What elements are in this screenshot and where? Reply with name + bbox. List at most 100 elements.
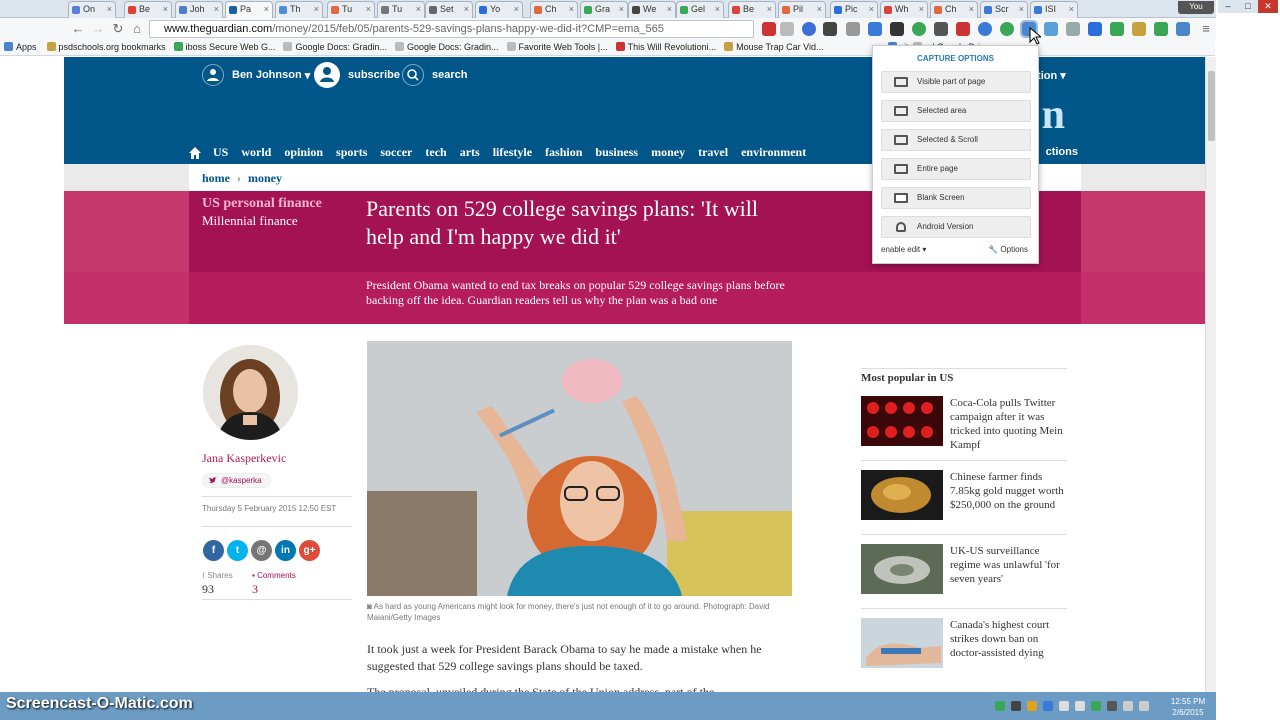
extension-icon[interactable]: [780, 22, 794, 36]
browser-tab[interactable]: Gra ×: [580, 1, 628, 18]
extension-icon[interactable]: [1176, 22, 1190, 36]
extension-icon[interactable]: [912, 22, 926, 36]
browser-tab[interactable]: Scr ×: [980, 1, 1028, 18]
extension-icon[interactable]: [846, 22, 860, 36]
tab-close-icon[interactable]: ×: [919, 2, 924, 17]
nav-tech[interactable]: tech: [425, 145, 446, 160]
tab-close-icon[interactable]: ×: [366, 2, 371, 17]
tab-close-icon[interactable]: ×: [715, 2, 720, 17]
capture-selected-scroll-button[interactable]: Selected & Scroll: [881, 129, 1031, 151]
extension-icon[interactable]: [1044, 22, 1058, 36]
subscribe-link[interactable]: subscribe: [314, 62, 400, 88]
nav-environment[interactable]: environment: [741, 145, 806, 160]
browser-tab[interactable]: Be ×: [728, 1, 776, 18]
network-icon[interactable]: [1123, 701, 1133, 711]
tab-close-icon[interactable]: ×: [667, 2, 672, 17]
bookmark-item[interactable]: iboss Secure Web G...: [173, 40, 275, 54]
popular-item[interactable]: Canada's highest court strikes down ban …: [861, 618, 1067, 680]
tab-close-icon[interactable]: ×: [214, 2, 219, 17]
extension-icon[interactable]: [978, 22, 992, 36]
series-label[interactable]: Millennial finance: [202, 213, 298, 229]
capture-visible-button[interactable]: Visible part of page: [881, 71, 1031, 93]
bookmark-item[interactable]: Apps: [4, 40, 37, 54]
forward-icon[interactable]: →: [90, 21, 106, 37]
page-scrollbar[interactable]: [1205, 57, 1216, 692]
browser-tab[interactable]: Ch ×: [530, 1, 578, 18]
comment-count[interactable]: 3: [252, 582, 258, 597]
home-icon[interactable]: ⌂: [129, 21, 145, 37]
bookmark-item[interactable]: psdschools.org bookmarks: [46, 40, 166, 54]
browser-tab[interactable]: Yo ×: [475, 1, 523, 18]
tray-icon[interactable]: [1043, 701, 1053, 711]
search-link[interactable]: search: [402, 64, 467, 86]
nav-business[interactable]: business: [595, 145, 638, 160]
browser-tab[interactable]: We ×: [628, 1, 676, 18]
popular-item[interactable]: Coca-Cola pulls Twitter campaign after i…: [861, 396, 1067, 458]
extension-icon[interactable]: [1154, 22, 1168, 36]
android-version-button[interactable]: Android Version: [881, 216, 1031, 238]
tab-close-icon[interactable]: ×: [969, 2, 974, 17]
flag-icon[interactable]: [1059, 701, 1069, 711]
extension-icon[interactable]: [1110, 22, 1124, 36]
extension-icon[interactable]: [1066, 22, 1080, 36]
tab-close-icon[interactable]: ×: [1069, 2, 1074, 17]
extension-icon[interactable]: [890, 22, 904, 36]
back-icon[interactable]: ←: [70, 21, 86, 37]
facebook-share-icon[interactable]: f: [203, 540, 224, 561]
browser-tab[interactable]: ISI ×: [1030, 1, 1078, 18]
tray-icon[interactable]: [1027, 701, 1037, 711]
comments-label[interactable]: ▪ Comments: [252, 571, 296, 580]
extension-stop-icon[interactable]: [762, 22, 776, 36]
capture-selected-area-button[interactable]: Selected area: [881, 100, 1031, 122]
tab-close-icon[interactable]: ×: [569, 2, 574, 17]
capture-blank-screen-button[interactable]: Blank Screen: [881, 187, 1031, 209]
tray-icon[interactable]: [1075, 701, 1085, 711]
browser-tab[interactable]: Pic ×: [830, 1, 878, 18]
tab-close-icon[interactable]: ×: [163, 2, 168, 17]
tab-close-icon[interactable]: ×: [817, 2, 822, 17]
nav-sports[interactable]: sports: [336, 145, 367, 160]
tab-close-icon[interactable]: ×: [619, 2, 624, 17]
browser-tab[interactable]: Tu ×: [327, 1, 375, 18]
extension-icon[interactable]: [934, 22, 948, 36]
tab-close-icon[interactable]: ×: [314, 2, 319, 17]
minimize-button[interactable]: –: [1218, 0, 1238, 13]
extension-icon[interactable]: [868, 22, 882, 36]
breadcrumb-money[interactable]: money: [248, 171, 282, 185]
author-name[interactable]: Jana Kasperkevic: [202, 451, 286, 466]
browser-tab[interactable]: Tu ×: [377, 1, 425, 18]
tray-icon[interactable]: [1107, 701, 1117, 711]
bookmark-item[interactable]: This Will Revolutioni...: [615, 40, 716, 54]
browser-tab[interactable]: Ch ×: [930, 1, 978, 18]
tab-close-icon[interactable]: ×: [416, 2, 421, 17]
close-window-button[interactable]: ✕: [1258, 0, 1278, 13]
series-kicker[interactable]: US personal finance: [202, 196, 322, 212]
bookmark-item[interactable]: Google Docs: Gradin...: [395, 40, 499, 54]
browser-tab[interactable]: Pa ×: [225, 1, 273, 19]
scrollbar-thumb[interactable]: [1208, 71, 1215, 141]
breadcrumb-home[interactable]: home: [202, 171, 230, 185]
browser-tab[interactable]: Be ×: [124, 1, 172, 18]
extension-icon[interactable]: [823, 22, 837, 36]
system-clock[interactable]: 12:55 PM 2/6/2015: [1160, 696, 1216, 718]
menu-icon[interactable]: ≡: [1198, 21, 1214, 37]
extension-icon[interactable]: [1132, 22, 1146, 36]
volume-icon[interactable]: [1139, 701, 1149, 711]
tab-close-icon[interactable]: ×: [514, 2, 519, 17]
extension-icon[interactable]: [1088, 22, 1102, 36]
popular-item[interactable]: UK-US surveillance regime was unlawful '…: [861, 544, 1067, 606]
nav-money[interactable]: money: [651, 145, 685, 160]
bookmark-item[interactable]: Mouse Trap Car Vid...: [724, 40, 824, 54]
popular-item[interactable]: Chinese farmer finds 7.85kg gold nugget …: [861, 470, 1067, 532]
nav-opinion[interactable]: opinion: [284, 145, 323, 160]
browser-tab[interactable]: Joh ×: [175, 1, 223, 18]
all-sections-link[interactable]: ctions: [1046, 146, 1078, 158]
nav-us[interactable]: US: [213, 145, 228, 160]
user-menu[interactable]: Ben Johnson ▾: [202, 64, 310, 86]
tab-close-icon[interactable]: ×: [869, 2, 874, 17]
browser-tab[interactable]: On ×: [68, 1, 116, 18]
linkedin-share-icon[interactable]: in: [275, 540, 296, 561]
tab-close-icon[interactable]: ×: [264, 2, 269, 17]
tray-icon[interactable]: [1011, 701, 1021, 711]
nav-fashion[interactable]: fashion: [545, 145, 582, 160]
